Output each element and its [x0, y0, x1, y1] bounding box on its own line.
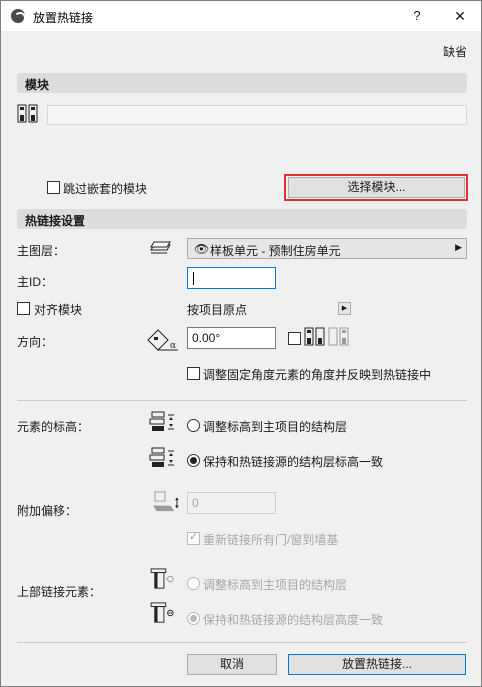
- orientation-input[interactable]: 0.00°: [187, 327, 276, 349]
- adjust-angle-checkbox[interactable]: [187, 367, 200, 380]
- mirror-module-faded-icon: [328, 327, 349, 346]
- mirror-module-icon: [304, 327, 325, 346]
- elevation-label: 元素的标高：: [17, 420, 90, 434]
- title-bar: 放置热链接 ? ✕: [1, 1, 481, 31]
- footer-divider: [17, 642, 467, 643]
- skip-nested-label: 跳过嵌套的模块: [63, 182, 148, 196]
- elevation-option2-radio[interactable]: [187, 454, 200, 467]
- align-option-value: 按项目原点: [187, 303, 248, 317]
- module-icon: [17, 104, 38, 123]
- hotlink-settings-header: 热链接设置: [17, 209, 467, 229]
- offset-value: 0: [192, 496, 199, 510]
- eye-icon: 👁: [194, 242, 210, 256]
- chevron-right-icon: ▶: [455, 242, 462, 252]
- master-id-input[interactable]: [187, 267, 276, 289]
- top-linked-option2-radio[interactable]: [187, 612, 200, 625]
- master-layer-dropdown[interactable]: 👁 样板单元 - 预制住房单元 ▶: [187, 238, 467, 259]
- place-hotlink-dialog: 放置热链接 ? ✕ 缺省 模块 跳过嵌套的模块 选择模块... 热链接设置 主图…: [0, 0, 482, 687]
- module-section-header: 模块: [17, 73, 467, 93]
- top-linked-adjust-icon: [150, 568, 174, 589]
- top-linked-label: 上部链接元素：: [17, 585, 102, 599]
- offset-input[interactable]: 0: [187, 492, 276, 514]
- elevation-option1-radio[interactable]: [187, 419, 200, 432]
- app-logo-icon: [11, 9, 26, 24]
- divider: [17, 400, 467, 401]
- adjust-angle-label: 调整固定角度元素的角度并反映到热链接中: [203, 368, 432, 382]
- cancel-button[interactable]: 取消: [187, 654, 277, 675]
- close-button[interactable]: ✕: [439, 1, 481, 31]
- place-hotlink-button[interactable]: 放置热链接...: [288, 654, 466, 675]
- svg-text:α: α: [170, 341, 176, 351]
- top-linked-option1-label: 调整标高到主项目的结构层: [203, 578, 348, 592]
- text-caret: [193, 272, 194, 285]
- top-linked-option2-label: 保持和热链接源的结构层高度一致: [203, 613, 384, 627]
- orientation-value: 0.00°: [192, 331, 221, 345]
- elevation-option1-label: 调整标高到主项目的结构层: [203, 420, 348, 434]
- orientation-angle-icon: α: [147, 329, 178, 351]
- offset-label: 附加偏移：: [17, 504, 78, 518]
- top-linked-keep-icon: [150, 602, 174, 623]
- elevation-keep-icon: [149, 447, 174, 467]
- top-linked-option1-radio[interactable]: [187, 577, 200, 590]
- align-option-menu-button[interactable]: ▶: [338, 302, 351, 315]
- skip-nested-checkbox[interactable]: [47, 181, 60, 194]
- master-layer-label: 主图层：: [17, 244, 66, 258]
- module-section-title: 模块: [25, 78, 50, 92]
- master-id-label: 主ID：: [17, 275, 54, 289]
- orientation-label: 方向：: [17, 335, 54, 349]
- relink-checkbox[interactable]: [187, 530, 200, 545]
- offset-icon: [153, 491, 179, 512]
- elevation-adjust-icon: [149, 411, 174, 431]
- align-module-checkbox[interactable]: [17, 302, 30, 315]
- master-layer-value: 样板单元 - 预制住房单元: [210, 244, 341, 258]
- align-module-label: 对齐模块: [34, 303, 83, 317]
- window-title: 放置热链接: [33, 11, 94, 25]
- hotlink-settings-title: 热链接设置: [25, 214, 86, 228]
- relink-label: 重新链接所有门/窗到墙基: [203, 533, 339, 547]
- elevation-option2-label: 保持和热链接源的结构层标高一致: [203, 455, 384, 469]
- help-button[interactable]: ?: [397, 1, 437, 31]
- mirror-checkbox[interactable]: [288, 332, 301, 345]
- select-module-button[interactable]: 选择模块...: [288, 177, 465, 198]
- layers-icon: [150, 241, 171, 254]
- defaults-link[interactable]: 缺省: [443, 43, 467, 60]
- module-name-field: [47, 105, 467, 125]
